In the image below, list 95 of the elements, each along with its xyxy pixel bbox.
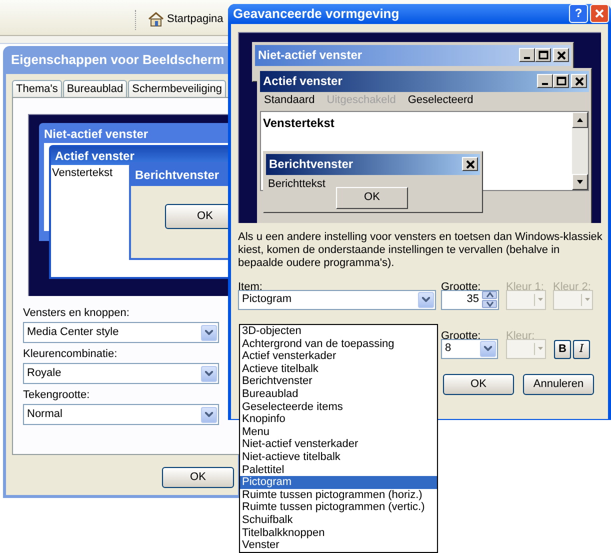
tab[interactable]: Schermbeveiliging (128, 80, 226, 97)
tab[interactable]: Thema's (12, 80, 62, 97)
field-label: Tekengrootte: (23, 388, 91, 402)
maximize-icon (554, 75, 568, 87)
chevron-down-icon (205, 330, 213, 335)
chevron-down-icon (422, 297, 430, 302)
ok-button[interactable]: OK (162, 467, 234, 488)
ok-button[interactable]: OK (443, 374, 514, 394)
window-title: Niet-actief venster (258, 47, 362, 64)
dropdown-arrow-button[interactable] (201, 406, 217, 422)
dropdown-arrow-button[interactable] (418, 292, 434, 308)
window-title: Actief venster (263, 73, 342, 90)
close-button[interactable] (590, 4, 609, 24)
caret-down-icon (585, 298, 590, 301)
scrollbar[interactable] (572, 112, 588, 190)
close-icon (464, 158, 476, 170)
scroll-up-icon (576, 116, 584, 124)
minimize-button[interactable] (537, 74, 553, 88)
list-item[interactable]: Ruimte tussen pictogrammen (vertic.) (240, 501, 437, 514)
description-text: Als u een andere instelling voor vensters en toetsen dan Windows-klassiek kiest, komen de onderstaande instellingen te vervallen (behalve in bepaalde oudere programma's). (238, 230, 603, 270)
close-button[interactable] (571, 74, 587, 88)
chevron-down-icon (484, 346, 492, 351)
window-title: Niet-actief venster (43, 126, 150, 143)
window-title: Geavanceerde vormgeving (233, 5, 400, 23)
list-item[interactable]: Pictogram (240, 476, 437, 489)
dropdown-field[interactable]: Royale (23, 363, 219, 384)
window-title: Berichtvenster (269, 156, 354, 173)
field-label: Kleur 1: (506, 280, 544, 294)
maximize-icon (536, 49, 550, 61)
color-picker[interactable] (506, 338, 546, 358)
close-icon (572, 75, 586, 87)
scroll-arrow-button[interactable] (572, 174, 588, 190)
ok-button[interactable]: OK (336, 186, 408, 208)
preview-menu-label: Geselecteerd (408, 92, 474, 108)
dropdown-field[interactable]: Normal (23, 404, 219, 425)
dropdown-arrow-button[interactable] (201, 324, 217, 340)
maximize-button[interactable] (553, 74, 569, 88)
list-item[interactable]: Niet-actieve titelbalk (240, 450, 437, 464)
list-item[interactable]: 3D-objecten (240, 325, 437, 338)
list-item[interactable]: Knopinfo (240, 413, 437, 426)
window-title: Eigenschappen voor Beeldscherm (10, 51, 226, 70)
scroll-arrow-button[interactable] (572, 112, 588, 128)
list-item[interactable]: Venster (240, 539, 437, 552)
dropdown-field[interactable]: Pictogram (238, 290, 436, 310)
preview-menu-label: Standaard (264, 92, 315, 108)
ok-button[interactable]: OK (165, 204, 228, 229)
field-label: Kleur 2: (553, 280, 591, 294)
spin-field[interactable]: 35 (441, 290, 499, 310)
minimize-button[interactable] (519, 48, 535, 62)
cancel-button[interactable]: Annuleren (523, 374, 594, 394)
dropdown-field[interactable]: 8 (441, 338, 498, 358)
close-button[interactable] (553, 48, 569, 62)
list-item[interactable]: Titelbalkknoppen (240, 526, 437, 540)
list-item[interactable]: Bureaublad (240, 388, 437, 401)
home-icon (148, 11, 164, 28)
field-label: Vensters en knoppen: (23, 306, 130, 320)
window-title: Actief venster (51, 147, 228, 165)
list-item[interactable]: Berichtvenster (240, 375, 437, 388)
scroll-down-icon (576, 178, 584, 186)
tab[interactable]: Bureaublad (62, 80, 128, 97)
close-icon (554, 49, 568, 61)
bold-button[interactable]: B (554, 340, 571, 358)
list-item[interactable]: Menu (240, 426, 437, 438)
list-item[interactable]: Ruimte tussen pictogrammen (horiz.) (240, 488, 437, 502)
dropdown-field[interactable]: Media Center style (23, 322, 219, 343)
close-button[interactable] (462, 157, 478, 171)
caret-down-icon (538, 347, 543, 350)
color-picker[interactable] (553, 290, 593, 310)
window-title: Berichtvenster (134, 167, 220, 184)
maximize-button[interactable] (535, 48, 551, 62)
list-item[interactable]: Geselecteerde items (240, 400, 437, 414)
list-item[interactable]: Niet-actief vensterkader (240, 438, 437, 451)
list-item[interactable]: Schuifbalk (240, 514, 437, 526)
list-item[interactable]: Achtergrond van de toepassing (240, 338, 437, 350)
field-label: Kleurencombinatie: (23, 347, 118, 361)
spin-buttons[interactable] (482, 291, 497, 308)
help-button[interactable]: ? (569, 4, 588, 24)
color-picker[interactable] (506, 290, 546, 310)
close-icon (594, 8, 605, 20)
home-link[interactable]: Startpagina (167, 11, 224, 28)
chevron-down-icon (205, 412, 213, 417)
minimize-icon (524, 57, 530, 59)
list-item[interactable]: Actieve titelbalk (240, 362, 437, 376)
dropdown-arrow-button[interactable] (480, 340, 496, 356)
minimize-icon (542, 83, 548, 85)
dropdown-arrow-button[interactable] (201, 366, 217, 382)
caret-down-icon (538, 298, 543, 301)
window-text: Venstertekst (263, 116, 334, 130)
message-text: Berichttekst (268, 176, 326, 192)
list-item[interactable]: Palettitel (240, 464, 437, 476)
chevron-down-icon (205, 371, 213, 376)
italic-button[interactable]: I (573, 340, 590, 358)
list-item[interactable]: Actief vensterkader (240, 350, 437, 363)
field-label: Kleur: (506, 328, 535, 344)
window-text: Venstertekst (52, 167, 113, 179)
